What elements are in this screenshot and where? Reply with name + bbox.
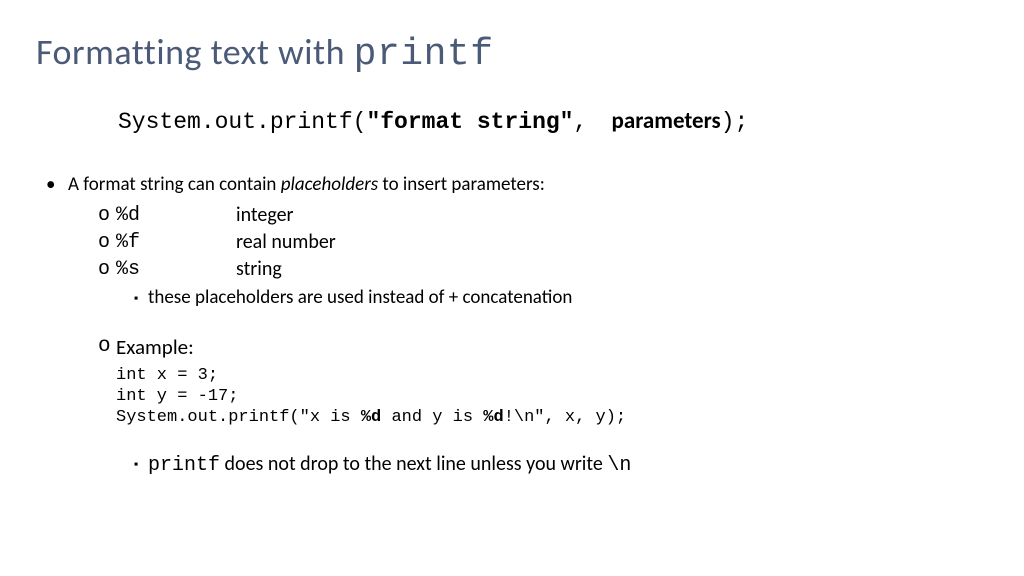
placeholder-row: o %d integer	[98, 202, 988, 229]
code-line: int y = -17;	[116, 386, 988, 407]
example-label: Example:	[116, 333, 194, 361]
slide-title: Formatting text with printf	[36, 28, 988, 80]
placeholder-code: %d	[116, 202, 236, 229]
example-code: int x = 3; int y = -17; System.out.print…	[116, 365, 988, 429]
code-seg-bold: %d	[361, 408, 381, 427]
intro-pre: A format string can contain	[68, 173, 281, 196]
placeholder-desc: string	[236, 256, 282, 283]
square-bullet-icon: ▪	[134, 285, 148, 311]
syntax-p2: "format string"	[366, 109, 573, 135]
placeholder-desc: real number	[236, 229, 336, 256]
sub-bullet-o: o	[98, 256, 116, 283]
code-line: int x = 3;	[116, 365, 988, 386]
placeholder-code: %s	[116, 256, 236, 283]
code-seg: and y is	[381, 408, 483, 427]
final-mid: does not drop to the next line unless yo…	[220, 452, 607, 476]
final-code1: printf	[148, 454, 220, 477]
syntax-p3: ,	[574, 109, 602, 135]
final-code2: \n	[607, 454, 631, 477]
final-note-text: printf does not drop to the next line un…	[148, 451, 631, 479]
sub-bullet-o: o	[98, 202, 116, 229]
sub-bullet-o: o	[98, 333, 116, 361]
placeholder-code: %f	[116, 229, 236, 256]
bullet-dot-icon: •	[46, 172, 68, 198]
placeholder-row: o %s string	[98, 256, 988, 283]
intro-post: to insert parameters:	[378, 173, 545, 196]
intro-em: placeholders	[281, 173, 378, 196]
syntax-p5: );	[721, 109, 749, 135]
placeholder-note: ▪ these placeholders are used instead of…	[134, 285, 988, 311]
square-bullet-icon: ▪	[134, 451, 148, 479]
placeholder-list: o %d integer o %f real number o %s strin…	[98, 202, 988, 283]
title-prefix: Formatting text with	[36, 30, 354, 74]
syntax-usage: System.out.printf("format string", param…	[118, 106, 988, 138]
code-seg: System.out.printf("x is	[116, 408, 361, 427]
placeholder-row: o %f real number	[98, 229, 988, 256]
syntax-p4: parameters	[612, 107, 721, 135]
code-line: System.out.printf("x is %d and y is %d!\…	[116, 407, 988, 428]
code-seg: !\n", x, y);	[504, 408, 626, 427]
example-header: o Example:	[98, 333, 988, 361]
sub-bullet-o: o	[98, 229, 116, 256]
final-note: ▪ printf does not drop to the next line …	[134, 451, 988, 479]
placeholder-desc: integer	[236, 202, 294, 229]
syntax-p1: System.out.printf(	[118, 109, 366, 135]
intro-bullet: • A format string can contain placeholde…	[46, 172, 988, 198]
placeholder-note-text: these placeholders are used instead of +…	[148, 285, 572, 311]
code-seg-bold: %d	[483, 408, 503, 427]
intro-text: A format string can contain placeholders…	[68, 172, 545, 198]
title-code: printf	[354, 33, 494, 76]
